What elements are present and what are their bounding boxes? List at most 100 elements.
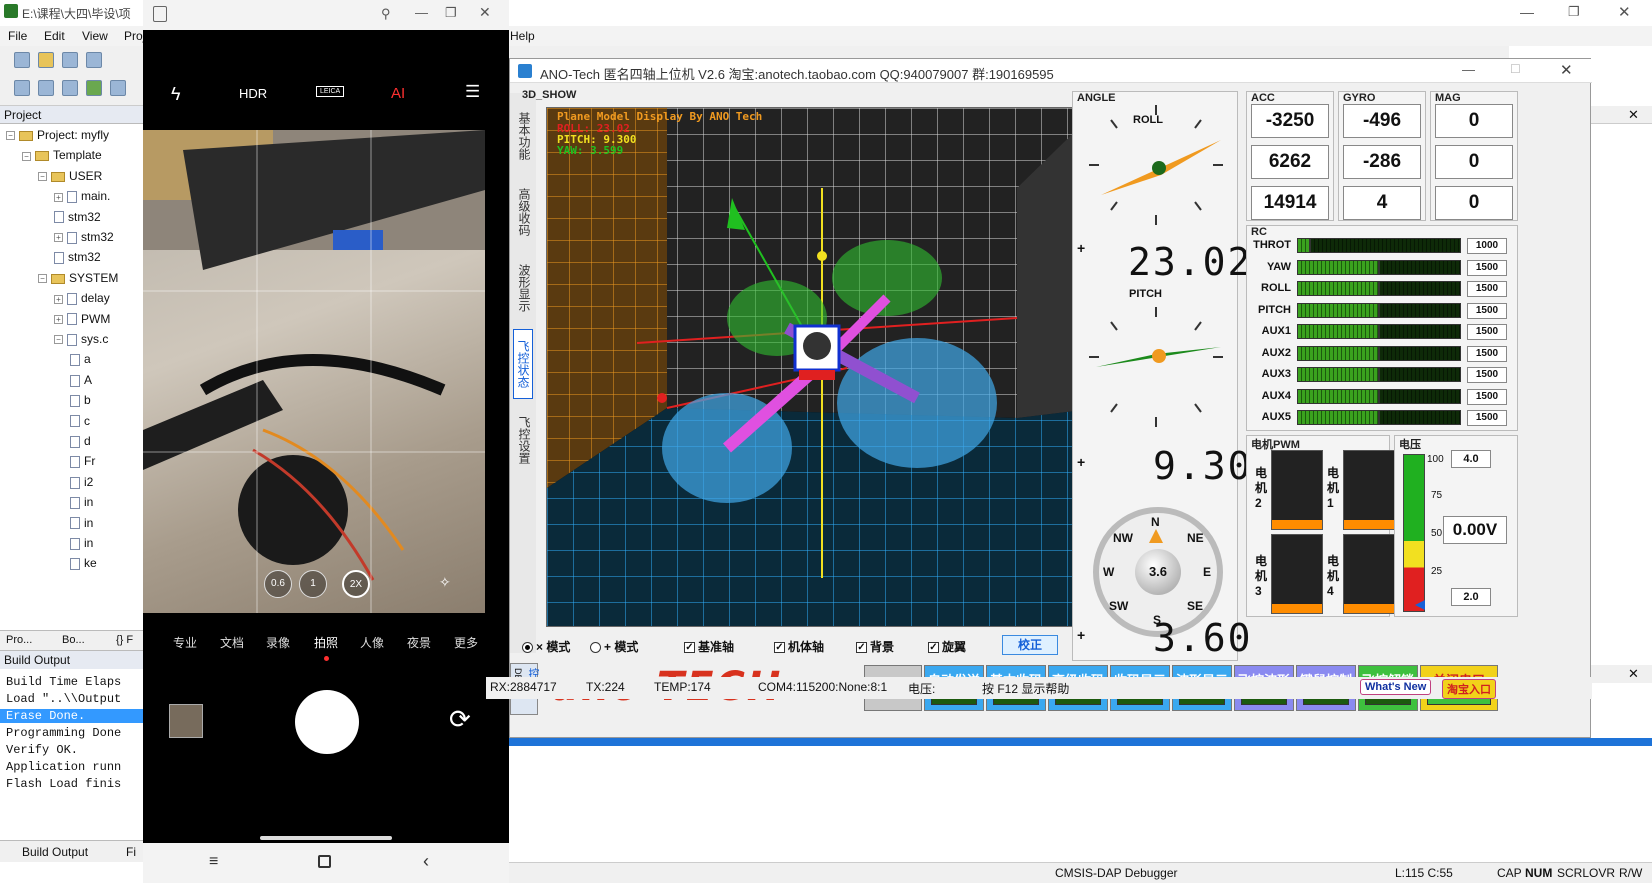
tab-flight-status[interactable]: 飞控状态 [513,329,533,399]
panel-close-icon[interactable]: ✕ [1628,666,1639,682]
tree-item[interactable]: in [70,516,93,530]
tree-item[interactable]: a [70,352,91,366]
expand-toggle-icon[interactable]: − [6,131,15,141]
expand-toggle-icon[interactable]: − [22,151,31,161]
phone-close-icon[interactable]: ✕ [479,4,491,21]
tree-item[interactable]: stm32 [54,210,101,224]
menu-file[interactable]: File [8,29,27,43]
tree-item[interactable]: i2 [70,475,93,489]
mode-portrait[interactable]: 人像 [360,634,384,651]
save-icon[interactable] [62,52,78,68]
expand-toggle-icon[interactable]: + [54,192,63,202]
x-mode-radio[interactable]: × 模式 [522,638,570,655]
tree-item[interactable]: c [70,414,90,428]
tree-item[interactable]: − sys.c [54,332,108,346]
tree-item[interactable]: stm32 [54,250,101,264]
body-axis-checkbox[interactable]: ✓ 机体轴 [774,638,824,655]
menu-help[interactable]: Help [510,29,535,43]
voltage-max-input[interactable]: 4.0 [1451,450,1491,468]
mode-more[interactable]: 更多 [454,634,478,651]
tab-project[interactable]: Pro... [6,634,32,646]
gallery-thumbnail[interactable] [169,704,203,738]
expand-toggle-icon[interactable]: + [54,314,63,324]
save-all-icon[interactable] [86,52,102,68]
tab-waveform[interactable]: 波形显示 [513,253,533,323]
taobao-entry-button[interactable]: 淘宝入口 [1442,679,1496,699]
ide-restore-icon[interactable]: ❐ [1568,4,1580,20]
shutter-button[interactable] [295,690,359,754]
focus-icon[interactable]: ✧ [439,574,451,591]
tab-advanced-receive[interactable]: 高级收码 [513,177,533,247]
flash-off-icon[interactable]: ϟ [171,84,181,105]
tree-item[interactable]: − Project: myfly [6,128,109,142]
menu-icon[interactable]: ☰ [465,82,480,102]
base-axis-checkbox[interactable]: ✓ 基准轴 [684,638,734,655]
nav-menu-icon[interactable]: ≡ [209,853,218,871]
tree-item[interactable]: A [70,373,92,387]
rebuild-icon[interactable] [62,80,78,96]
tab-functions[interactable]: {} F [116,634,133,646]
tree-item[interactable]: + main. [54,189,110,203]
tab-find[interactable]: Fi [126,845,136,859]
mode-pro[interactable]: 专业 [173,634,197,651]
tab-books[interactable]: Bo... [62,634,85,646]
tree-item[interactable]: − USER [38,169,102,183]
menu-edit[interactable]: Edit [44,29,65,43]
expand-toggle-icon[interactable]: + [54,294,63,304]
options-icon[interactable] [110,80,126,96]
tab-basic-functions[interactable]: 基本功能 [513,101,533,171]
ano-close-icon[interactable]: ✕ [1560,61,1573,79]
whats-new-button[interactable]: What's New [1360,679,1432,695]
mode-photo[interactable]: 拍照 [314,634,338,651]
zoom-2x-button[interactable]: 2X [342,570,370,598]
tree-item[interactable]: ke [70,556,97,570]
tree-item[interactable]: + PWM [54,312,110,326]
plus-mode-radio[interactable]: + 模式 [590,638,638,655]
tree-item[interactable]: d [70,434,91,448]
propeller-checkbox[interactable]: ✓ 旋翼 [928,638,966,655]
expand-toggle-icon[interactable]: + [54,233,63,243]
expand-toggle-icon[interactable]: − [38,172,47,182]
mode-document[interactable]: 文档 [220,634,244,651]
voltage-min-input[interactable]: 2.0 [1451,588,1491,606]
camera-viewfinder[interactable]: 0.6 1 2X ✧ [143,130,485,613]
tree-item[interactable]: − Template [22,148,102,162]
tab-build-output[interactable]: Build Output [22,845,88,859]
mode-video[interactable]: 录像 [266,634,290,651]
ide-close-icon[interactable]: ✕ [1618,3,1631,21]
nav-back-icon[interactable]: ‹ [423,851,429,872]
switch-camera-icon[interactable]: ⟳ [449,704,471,735]
tab-flight-settings[interactable]: 飞控设置 [513,405,533,475]
ano-maximize-icon[interactable]: ☐ [1510,62,1521,76]
background-checkbox[interactable]: ✓ 背景 [856,638,894,655]
calibrate-button[interactable]: 校正 [1002,635,1058,655]
phone-minimize-icon[interactable]: — [415,5,428,20]
panel-close-icon[interactable]: ✕ [1628,107,1639,123]
menu-view[interactable]: View [82,29,108,43]
open-file-icon[interactable] [38,52,54,68]
ide-minimize-icon[interactable]: — [1520,4,1534,20]
new-file-icon[interactable] [14,52,30,68]
zoom-0-6-button[interactable]: 0.6 [264,570,292,598]
tree-item[interactable]: − SYSTEM [38,271,118,285]
tree-item[interactable]: in [70,495,93,509]
pin-icon[interactable]: ⚲ [381,6,391,22]
expand-toggle-icon[interactable]: − [38,274,47,284]
load-icon[interactable] [86,80,102,96]
tree-item[interactable]: Fr [70,454,95,468]
tree-item[interactable]: in [70,536,93,550]
build-icon[interactable] [38,80,54,96]
phone-restore-icon[interactable]: ❐ [445,5,457,21]
view3d-canvas[interactable]: Plane Model Display By ANO Tech ROLL: 23… [546,107,1098,627]
nav-home-icon[interactable] [318,855,331,868]
translate-icon[interactable] [14,80,30,96]
tree-item[interactable]: + delay [54,291,110,305]
expand-toggle-icon[interactable]: − [54,335,63,345]
hdr-toggle[interactable]: HDR [239,86,267,101]
tree-item[interactable]: + stm32 [54,230,114,244]
phone-new-window-icon[interactable] [153,6,167,22]
zoom-1-button[interactable]: 1 [299,570,327,598]
mode-night[interactable]: 夜景 [407,634,431,651]
leica-icon[interactable]: LEICA [316,86,345,97]
tree-item[interactable]: b [70,393,91,407]
